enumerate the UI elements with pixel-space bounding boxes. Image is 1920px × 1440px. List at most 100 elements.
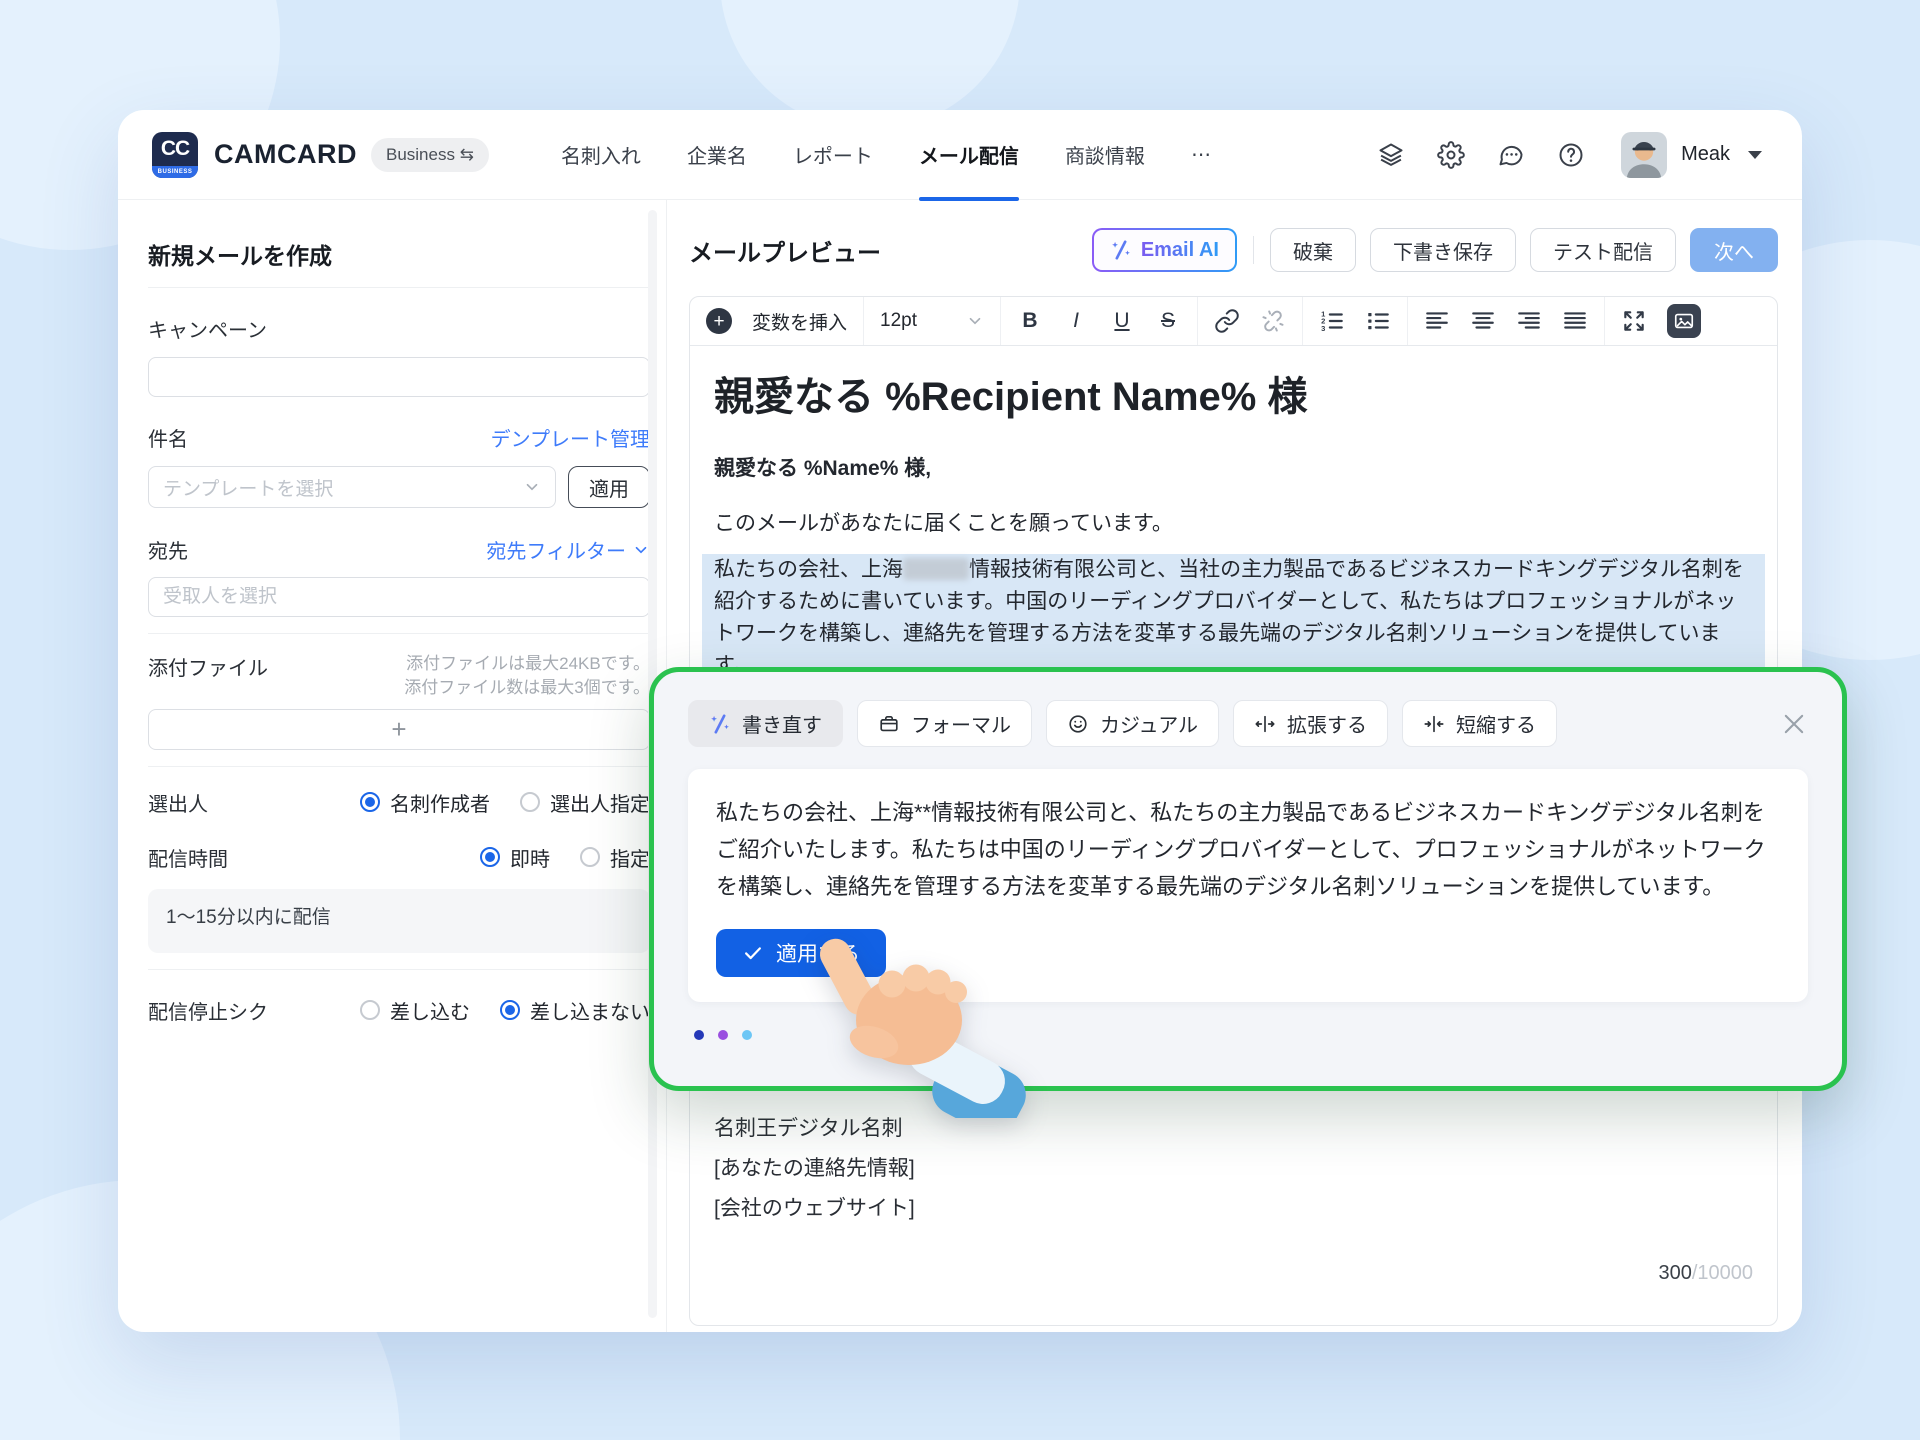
char-counter: 300/10000	[714, 1253, 1753, 1293]
apply-suggestion-label: 適用する	[776, 938, 860, 968]
radio-merge-in[interactable]: 差し込む	[360, 996, 470, 1025]
next-button[interactable]: 次へ	[1690, 228, 1778, 272]
radio-no-merge[interactable]: 差し込まない	[500, 996, 650, 1025]
plan-badge[interactable]: Business ⇆	[371, 138, 489, 172]
email-intro: このメールがあなたに届くことを願っています。	[714, 511, 1753, 537]
fullscreen-icon[interactable]	[1621, 308, 1647, 334]
add-attachment-button[interactable]: +	[148, 709, 650, 750]
logo-cc-text: CC	[152, 132, 198, 166]
campaign-label: キャンペーン	[148, 314, 650, 343]
link-icon[interactable]	[1214, 308, 1240, 334]
subject-label: 件名	[148, 423, 188, 452]
italic-button[interactable]: I	[1063, 309, 1089, 333]
bullet-list-icon[interactable]	[1365, 308, 1391, 334]
nav-item-deal-info[interactable]: 商談情報	[1065, 110, 1145, 200]
sender-label: 選出人	[148, 788, 360, 817]
camcard-logo-icon: CC BUSINESS	[152, 132, 198, 178]
template-manage-link[interactable]: デンプレート管理	[491, 423, 650, 452]
align-center-icon[interactable]	[1470, 308, 1496, 334]
apply-suggestion-button[interactable]: 適用する	[716, 929, 886, 977]
check-icon	[742, 942, 764, 964]
schedule-note: 1〜15分以内に配信	[148, 889, 650, 953]
chevron-down-icon	[966, 312, 984, 330]
attachment-hint-line2: 添付ファイル数は最大3個です。	[404, 678, 650, 697]
shrink-icon	[1423, 713, 1445, 735]
nav-item-report[interactable]: レポート	[793, 110, 873, 200]
ordered-list-icon[interactable]: 1 2 3	[1319, 308, 1345, 334]
bold-button[interactable]: B	[1017, 309, 1043, 333]
highlight-text: 私たちの会社、上海	[714, 558, 903, 581]
preview-title: メールプレビュー	[689, 233, 881, 268]
rewrite-chip[interactable]: 書き直す	[688, 700, 843, 747]
chip-label: 書き直す	[742, 709, 822, 738]
main-nav: 名刺入れ 企業名 レポート メール配信 商談情報 ⋯	[561, 110, 1211, 200]
radio-unselected-icon	[580, 847, 600, 867]
help-icon[interactable]	[1557, 141, 1585, 169]
recipient-filter-link[interactable]: 宛先フィルター	[486, 535, 650, 564]
expand-chip[interactable]: 拡張する	[1233, 700, 1388, 747]
logo-business-text: BUSINESS	[152, 166, 198, 178]
nav-item-cardholder[interactable]: 名刺入れ	[561, 110, 641, 200]
dot	[718, 1030, 728, 1040]
dot	[694, 1030, 704, 1040]
save-draft-button[interactable]: 下書き保存	[1370, 228, 1516, 272]
formal-chip[interactable]: フォーマル	[857, 700, 1032, 747]
shorten-chip[interactable]: 短縮する	[1402, 700, 1557, 747]
radio-immediate[interactable]: 即時	[480, 843, 550, 872]
redacted-text	[903, 558, 969, 580]
close-icon[interactable]	[1780, 710, 1808, 738]
radio-label: 差し込まない	[530, 996, 650, 1025]
nav-item-email-delivery[interactable]: メール配信	[919, 110, 1019, 200]
app-header: CC BUSINESS CAMCARD Business ⇆ 名刺入れ 企業名 …	[118, 110, 1802, 200]
dot	[742, 1030, 752, 1040]
ai-rewrite-popup: 書き直す フォーマル カジュアル	[649, 667, 1847, 1091]
radio-unselected-icon	[360, 1000, 380, 1020]
test-send-button[interactable]: テスト配信	[1530, 228, 1676, 272]
campaign-input[interactable]	[148, 357, 650, 397]
radio-selected-icon	[360, 792, 380, 812]
nav-item-company[interactable]: 企業名	[687, 110, 747, 200]
radio-selected-icon	[480, 847, 500, 867]
image-icon[interactable]	[1667, 304, 1701, 338]
align-justify-icon[interactable]	[1562, 308, 1588, 334]
chip-label: カジュアル	[1100, 709, 1198, 738]
underline-button[interactable]: U	[1109, 309, 1135, 333]
ai-option-chips: 書き直す フォーマル カジュアル	[688, 700, 1808, 747]
gear-icon[interactable]	[1437, 141, 1465, 169]
highlighted-paragraph: 私たちの会社、上海情報技術有限公司と、当社の主力製品であるビジネスカードキングデ…	[702, 554, 1765, 682]
unlink-icon[interactable]	[1260, 308, 1286, 334]
align-right-icon[interactable]	[1516, 308, 1542, 334]
avatar[interactable]	[1621, 132, 1667, 178]
chip-label: 短縮する	[1456, 709, 1536, 738]
strikethrough-button[interactable]: S	[1155, 309, 1181, 333]
email-salutation: 親愛なる %Name% 様,	[714, 456, 1753, 482]
schedule-label: 配信時間	[148, 843, 480, 872]
radio-scheduled[interactable]: 指定	[580, 843, 650, 872]
template-select[interactable]: テンプレートを選択	[148, 466, 556, 508]
align-left-icon[interactable]	[1424, 308, 1450, 334]
chevron-down-icon[interactable]	[1748, 151, 1762, 159]
smiley-icon	[1067, 713, 1089, 735]
chevron-down-icon	[523, 478, 541, 496]
radio-label: 選出人指定	[550, 788, 650, 817]
insert-variable-button[interactable]: + 変数を挿入	[690, 297, 864, 345]
unsubscribe-label: 配信停止シク	[148, 996, 360, 1025]
nav-item-more[interactable]: ⋯	[1191, 110, 1211, 200]
attachment-hint-line1: 添付ファイルは最大24KBです。	[406, 654, 650, 673]
user-name[interactable]: Meak	[1681, 143, 1730, 166]
radio-sender-specify[interactable]: 選出人指定	[520, 788, 650, 817]
recipient-input[interactable]	[148, 577, 650, 617]
font-size-select[interactable]: 12pt	[880, 310, 984, 332]
radio-card-creator[interactable]: 名刺作成者	[360, 788, 490, 817]
divider	[148, 287, 650, 288]
app-background: CC BUSINESS CAMCARD Business ⇆ 名刺入れ 企業名 …	[0, 0, 1920, 1440]
apply-template-button[interactable]: 適用	[568, 466, 650, 508]
discard-button[interactable]: 破棄	[1270, 228, 1356, 272]
clipped-line: 名刺王デジタル名刺	[714, 1109, 1753, 1149]
layers-icon[interactable]	[1377, 141, 1405, 169]
email-ai-button[interactable]: Email AI	[1092, 228, 1237, 272]
casual-chip[interactable]: カジュアル	[1046, 700, 1219, 747]
chat-icon[interactable]	[1497, 141, 1525, 169]
svg-text:3: 3	[1321, 324, 1325, 333]
radio-label: 差し込む	[390, 996, 470, 1025]
